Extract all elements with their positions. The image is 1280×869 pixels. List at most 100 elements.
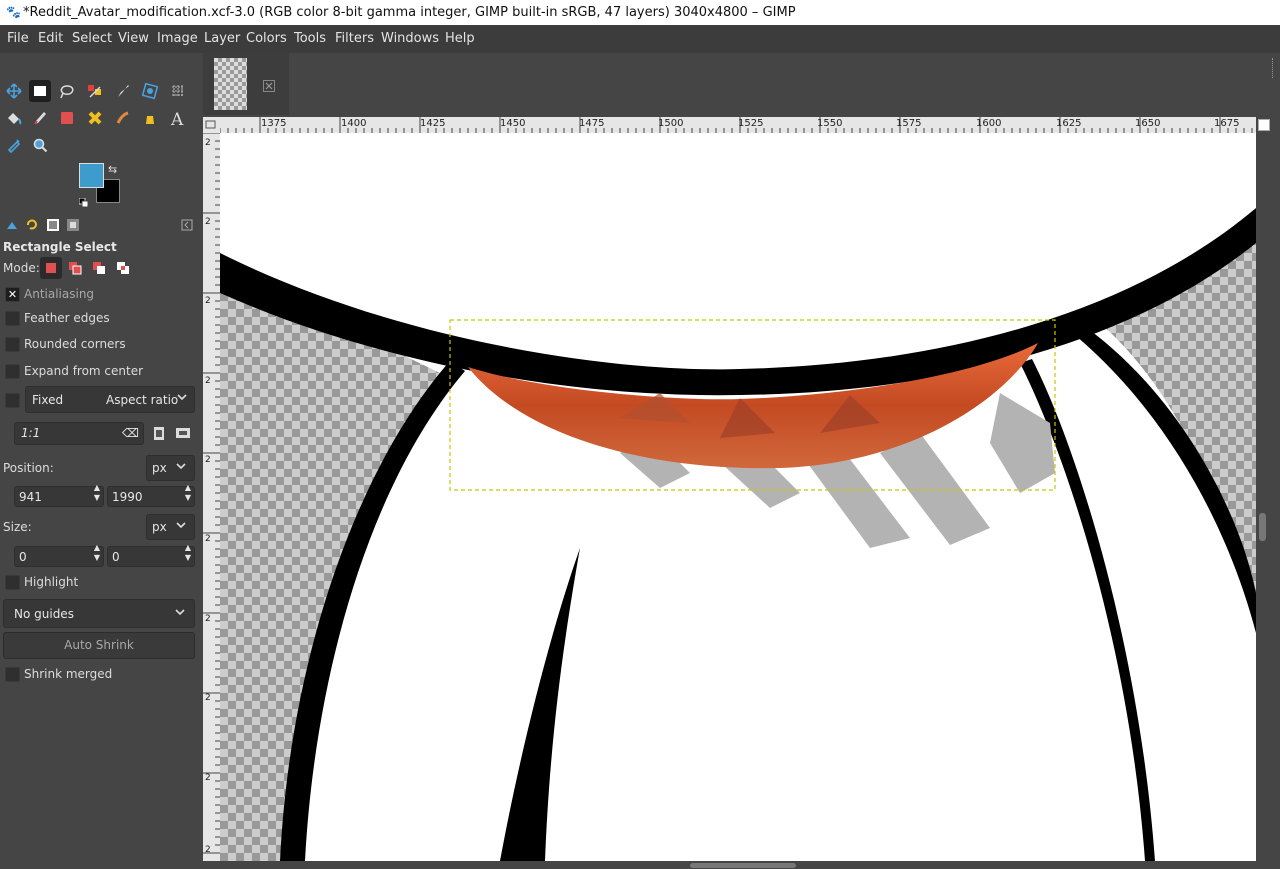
- menu-colors[interactable]: Colors: [246, 25, 287, 53]
- spin-buttons-icon[interactable]: ▲ ▼: [185, 483, 191, 503]
- clear-field-icon[interactable]: ⌫: [122, 423, 139, 444]
- guides-value: No guides: [14, 607, 74, 621]
- dock-menu-icon[interactable]: [178, 216, 196, 234]
- size-width-input[interactable]: 0 ▲ ▼: [14, 543, 104, 567]
- menu-image[interactable]: Image: [157, 25, 198, 53]
- rounded-corners-label: Rounded corners: [24, 337, 126, 351]
- tool-options-title: Rectangle Select: [3, 240, 117, 254]
- horizontal-ruler[interactable]: 1375 1400 1425 1450 1475 1500 1525 1550 …: [219, 117, 1256, 133]
- mode-replace-icon[interactable]: [40, 257, 62, 279]
- lasso-tool-icon[interactable]: [56, 80, 78, 102]
- undo-history-tab-icon[interactable]: [23, 216, 41, 234]
- rect-select-tool-icon[interactable]: [29, 80, 51, 102]
- size-unit-combo[interactable]: px: [146, 514, 195, 540]
- swap-colors-icon[interactable]: ⇆: [108, 163, 117, 176]
- gimp-app-icon: 🐾: [6, 5, 21, 19]
- color-picker-tool-icon[interactable]: [3, 134, 25, 156]
- unified-transform-tool-icon[interactable]: [139, 80, 161, 102]
- menu-edit[interactable]: Edit: [38, 25, 63, 53]
- ruler-label: 1625: [1056, 118, 1082, 129]
- text-tool-icon[interactable]: A: [167, 107, 189, 129]
- ruler-label: 1475: [579, 118, 605, 129]
- ruler-label: 1450: [500, 118, 526, 129]
- image-thumbnail[interactable]: [214, 58, 247, 110]
- ratio-input[interactable]: 1:1 ⌫: [14, 422, 144, 445]
- menu-filters[interactable]: Filters: [335, 25, 374, 53]
- spin-buttons-icon[interactable]: ▲ ▼: [185, 543, 191, 563]
- vertical-scrollbar[interactable]: [1256, 119, 1280, 861]
- expand-from-center-label: Expand from center: [24, 364, 144, 378]
- auto-shrink-button[interactable]: Auto Shrink: [3, 632, 195, 659]
- feather-edges-checkbox[interactable]: [5, 311, 20, 326]
- position-x-input[interactable]: 941 ▲ ▼: [14, 483, 104, 507]
- spin-buttons-icon[interactable]: ▲ ▼: [94, 483, 100, 503]
- menu-select[interactable]: Select: [72, 25, 112, 53]
- portrait-orientation-icon[interactable]: [148, 422, 170, 444]
- menu-file[interactable]: File: [7, 25, 29, 53]
- antialiasing-label: Antialiasing: [24, 287, 95, 301]
- menu-help[interactable]: Help: [445, 25, 475, 53]
- fixed-mode-combo[interactable]: Fixed Aspect ratio: [25, 386, 195, 413]
- paths-tool-icon[interactable]: [112, 80, 134, 102]
- fuzzy-select-tool-icon[interactable]: [84, 80, 106, 102]
- tool-options-tab-icon[interactable]: [3, 216, 21, 234]
- ruler-label: 2: [205, 455, 211, 465]
- ruler-label: 1425: [420, 118, 446, 129]
- chevron-down-icon: [176, 391, 188, 406]
- close-tab-icon[interactable]: [263, 77, 275, 92]
- ruler-label: 1600: [976, 118, 1002, 129]
- menu-bar: File Edit Select View Image Layer Colors…: [0, 25, 1280, 53]
- menu-tools[interactable]: Tools: [294, 25, 326, 53]
- feather-edges-label: Feather edges: [24, 311, 110, 325]
- ratio-value: 1:1: [21, 426, 41, 440]
- menu-view[interactable]: View: [118, 25, 149, 53]
- shrink-merged-checkbox[interactable]: [5, 667, 20, 682]
- menu-windows[interactable]: Windows: [381, 25, 439, 53]
- vertical-ruler[interactable]: 2 2 2 2 2 2 2 2 2 2: [203, 132, 220, 861]
- zoom-tool-icon[interactable]: [29, 134, 51, 156]
- default-colors-icon[interactable]: [78, 193, 89, 208]
- eraser-tool-icon[interactable]: [56, 107, 78, 129]
- fixed-checkbox[interactable]: [5, 393, 20, 408]
- horizontal-scrollbar[interactable]: [203, 861, 1280, 869]
- foreground-color-swatch[interactable]: [79, 163, 104, 188]
- tool-options-dock-tabs: [0, 213, 200, 237]
- move-tool-icon[interactable]: [3, 80, 25, 102]
- position-unit-combo[interactable]: px: [146, 455, 195, 481]
- devices-tab-icon[interactable]: [64, 216, 82, 234]
- chevron-down-icon: [175, 519, 187, 534]
- dodge-tool-icon[interactable]: [139, 107, 161, 129]
- images-tab-icon[interactable]: [44, 216, 62, 234]
- vertical-scroll-thumb[interactable]: [1259, 513, 1266, 541]
- ruler-label: 2: [205, 296, 211, 306]
- guides-combo[interactable]: No guides: [3, 599, 195, 628]
- ruler-label: 2: [205, 217, 211, 227]
- highlight-checkbox[interactable]: [5, 575, 20, 590]
- heal-tool-icon[interactable]: [84, 107, 106, 129]
- mode-intersect-icon[interactable]: [112, 257, 134, 279]
- size-height-input[interactable]: 0 ▲ ▼: [107, 543, 195, 567]
- rounded-corners-checkbox[interactable]: [5, 337, 20, 352]
- mode-subtract-icon[interactable]: [88, 257, 110, 279]
- navigate-icon[interactable]: [1258, 119, 1270, 131]
- smudge-tool-icon[interactable]: [112, 107, 134, 129]
- spin-buttons-icon[interactable]: ▲ ▼: [94, 543, 100, 563]
- landscape-orientation-icon[interactable]: [172, 422, 194, 444]
- warp-tool-icon[interactable]: [167, 80, 189, 102]
- tabs-grip-icon[interactable]: [1272, 58, 1277, 78]
- ruler-corner[interactable]: [203, 117, 220, 133]
- ruler-label: 1500: [658, 118, 684, 129]
- position-y-input[interactable]: 1990 ▲ ▼: [107, 483, 195, 507]
- ruler-label: 1575: [896, 118, 922, 129]
- antialiasing-checkbox[interactable]: ✕: [5, 287, 20, 302]
- position-label: Position:: [3, 461, 54, 475]
- menu-layer[interactable]: Layer: [204, 25, 240, 53]
- ruler-label: 1525: [738, 118, 764, 129]
- expand-from-center-checkbox[interactable]: [5, 364, 20, 379]
- paintbrush-tool-icon[interactable]: [29, 107, 51, 129]
- mode-add-icon[interactable]: [64, 257, 86, 279]
- size-label: Size:: [3, 520, 32, 534]
- image-canvas[interactable]: [220, 133, 1256, 861]
- horizontal-scroll-thumb[interactable]: [690, 863, 796, 868]
- bucket-fill-tool-icon[interactable]: [3, 107, 25, 129]
